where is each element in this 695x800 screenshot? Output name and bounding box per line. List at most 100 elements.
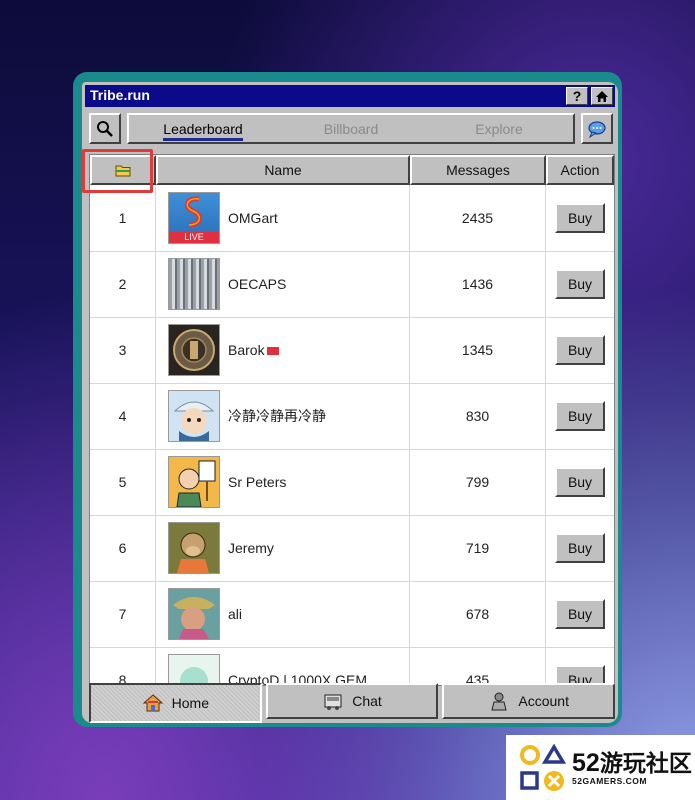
window-body: Tribe.run ? Leaderboard Billboard Explor… [82, 82, 618, 723]
name-cell: CryptoD | 1000X GEM [156, 647, 410, 685]
window-title: Tribe.run [90, 87, 150, 103]
table-row: 5 Sr Peters 799 Buy [90, 449, 614, 516]
username[interactable]: OECAPS [228, 276, 286, 292]
toolbar: Leaderboard Billboard Explore [85, 110, 615, 146]
search-button[interactable] [89, 113, 121, 144]
rank-cell: 6 [90, 515, 156, 581]
tab-leaderboard[interactable]: Leaderboard [129, 120, 277, 141]
action-cell: Buy [546, 647, 614, 685]
serpent-art-icon [184, 196, 202, 228]
watermark: 52游玩社区 52GAMERS.COM [506, 735, 695, 800]
flag-icon [266, 347, 279, 355]
table-row: 4 冷静冷静再冷静 830 Buy [90, 383, 614, 450]
table-row: 1 LIVE OMGart 2435 Buy [90, 185, 614, 252]
highlight-annotation [82, 149, 153, 193]
home-window-button[interactable] [591, 87, 613, 105]
emblem-icon [173, 329, 215, 371]
nav-tabs: Leaderboard Billboard Explore [127, 113, 575, 144]
tab-billboard[interactable]: Billboard [277, 121, 425, 137]
title-bar: Tribe.run ? [85, 85, 615, 107]
cartoon-character-icon [176, 460, 216, 508]
ape-avatar-icon [177, 532, 209, 573]
avatar[interactable] [168, 654, 220, 685]
table-row: 3 Barok 1345 Buy [90, 317, 614, 384]
anime-avatar-icon [173, 597, 215, 639]
avatar[interactable] [168, 522, 220, 574]
username[interactable]: Barok [228, 342, 279, 358]
messages-button[interactable] [581, 113, 613, 144]
header-messages[interactable]: Messages [410, 155, 546, 185]
buy-button[interactable]: Buy [555, 269, 605, 299]
name-cell: ali [156, 581, 410, 647]
rank-cell: 7 [90, 581, 156, 647]
rank-cell: 1 [90, 185, 156, 251]
username[interactable]: Sr Peters [228, 474, 286, 490]
username[interactable]: OMGart [228, 210, 278, 226]
header-action[interactable]: Action [546, 155, 614, 185]
speech-bubble-icon [588, 120, 606, 138]
avatar[interactable] [168, 390, 220, 442]
account-icon [491, 692, 508, 711]
avatar[interactable] [168, 588, 220, 640]
leaderboard-table: Name Messages Action 1 LIVE OMGart 2435 … [89, 154, 615, 686]
username[interactable]: 冷静冷静再冷静 [228, 406, 326, 426]
tab-account[interactable]: Account [442, 683, 616, 719]
avatar[interactable] [168, 258, 220, 310]
name-cell: 冷静冷静再冷静 [156, 383, 410, 449]
action-cell: Buy [546, 383, 614, 449]
messages-cell: 719 [410, 515, 546, 581]
avatar[interactable] [168, 324, 220, 376]
avatar[interactable]: LIVE [168, 192, 220, 244]
buy-button[interactable]: Buy [555, 599, 605, 629]
buy-button[interactable]: Buy [555, 203, 605, 233]
action-cell: Buy [546, 251, 614, 317]
controller-buttons-icon [518, 743, 567, 793]
action-cell: Buy [546, 581, 614, 647]
messages-cell: 678 [410, 581, 546, 647]
rank-cell: 4 [90, 383, 156, 449]
live-badge: LIVE [169, 232, 219, 243]
home-icon [142, 694, 163, 712]
tab-explore[interactable]: Explore [425, 121, 573, 137]
header-name[interactable]: Name [156, 155, 410, 185]
table-row: 7 ali 678 Buy [90, 581, 614, 648]
table-row: 8 CryptoD | 1000X GEM 435 Buy [90, 647, 614, 685]
app-window: Tribe.run ? Leaderboard Billboard Explor… [73, 72, 622, 727]
buy-button[interactable]: Buy [555, 467, 605, 497]
messages-cell: 1436 [410, 251, 546, 317]
messages-cell: 830 [410, 383, 546, 449]
tab-chat[interactable]: Chat [265, 683, 439, 719]
house-icon [596, 90, 608, 102]
name-cell: Jeremy [156, 515, 410, 581]
table-row: 2 OECAPS 1436 Buy [90, 251, 614, 318]
chat-icon [324, 694, 342, 710]
search-icon [97, 120, 113, 137]
username[interactable]: ali [228, 606, 242, 622]
buy-button[interactable]: Buy [555, 335, 605, 365]
table-header: Name Messages Action [90, 155, 614, 185]
watermark-text: 52游玩社区 52GAMERS.COM [572, 748, 692, 786]
username[interactable]: Jeremy [228, 540, 274, 556]
messages-cell: 2435 [410, 185, 546, 251]
help-button[interactable]: ? [566, 87, 588, 105]
rank-cell: 3 [90, 317, 156, 383]
action-cell: Buy [546, 515, 614, 581]
action-cell: Buy [546, 317, 614, 383]
name-cell: LIVE OMGart [156, 185, 410, 251]
avatar[interactable] [168, 456, 220, 508]
name-cell: OECAPS [156, 251, 410, 317]
buy-button[interactable]: Buy [555, 533, 605, 563]
rank-cell: 2 [90, 251, 156, 317]
messages-cell: 435 [410, 647, 546, 685]
table-row: 6 Jeremy 719 Buy [90, 515, 614, 582]
anime-avatar-icon [180, 667, 208, 685]
action-cell: Buy [546, 449, 614, 515]
buy-button[interactable]: Buy [555, 401, 605, 431]
action-cell: Buy [546, 185, 614, 251]
messages-cell: 1345 [410, 317, 546, 383]
bottom-navigation: Home Chat Account [89, 683, 616, 723]
tab-home[interactable]: Home [89, 683, 262, 723]
messages-cell: 799 [410, 449, 546, 515]
name-cell: Sr Peters [156, 449, 410, 515]
character-avatar-icon [173, 401, 215, 441]
